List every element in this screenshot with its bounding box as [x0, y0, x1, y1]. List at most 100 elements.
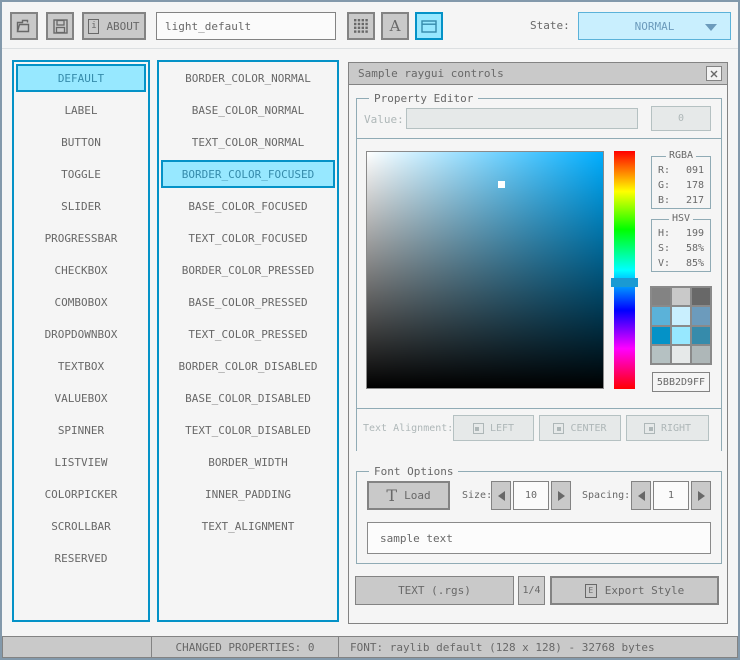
sidebar-item-colorpicker[interactable]: COLORPICKER [16, 480, 146, 508]
controls-panel-toggle-button[interactable] [415, 12, 443, 40]
about-button-label: ABOUT [106, 20, 139, 33]
align-right-icon [644, 423, 655, 434]
sidebar-item-textbox[interactable]: TEXTBOX [16, 352, 146, 380]
arrow-left-icon [638, 491, 645, 501]
align-left-button[interactable]: LEFT [453, 415, 534, 441]
style-table-button[interactable] [347, 12, 375, 40]
sidebar-item-valuebox[interactable]: VALUEBOX [16, 384, 146, 412]
folder-icon [16, 19, 32, 33]
font-options-group-label: Font Options [369, 465, 458, 478]
format-counter-box[interactable]: 1/4 [518, 576, 545, 605]
property-item-text-color-pressed[interactable]: TEXT_COLOR_PRESSED [161, 320, 335, 348]
state-dropdown[interactable]: NORMAL [578, 12, 731, 40]
value-input[interactable] [406, 108, 638, 129]
swatch-border-focused[interactable] [652, 307, 670, 324]
sample-window-titlebar[interactable]: Sample raygui controls [349, 63, 727, 85]
state-label: State: [530, 19, 570, 32]
rgba-g-row: G:178 [658, 178, 704, 193]
value-button-label: 0 [678, 113, 684, 124]
font-spacing-value[interactable]: 1 [653, 481, 689, 510]
swatch-border-normal[interactable] [652, 288, 670, 305]
size-decrease-button[interactable] [491, 481, 511, 510]
about-button[interactable]: i ABOUT [82, 12, 146, 40]
font-size-value[interactable]: 10 [513, 481, 549, 510]
sidebar-item-combobox[interactable]: COMBOBOX [16, 288, 146, 316]
font-T-icon: T [386, 488, 397, 504]
color-picker-cursor[interactable] [498, 181, 505, 188]
toolbar-divider [2, 48, 738, 49]
export-style-button[interactable]: E Export Style [550, 576, 719, 605]
status-bar-left [2, 636, 152, 658]
hex-value-box[interactable]: 5BB2D9FF [652, 372, 710, 392]
hue-bar-handle[interactable] [611, 278, 638, 287]
size-increase-button[interactable] [551, 481, 571, 510]
sidebar-item-dropdownbox[interactable]: DROPDOWNBOX [16, 320, 146, 348]
align-center-button[interactable]: CENTER [539, 415, 621, 441]
hue-bar[interactable] [614, 151, 635, 389]
property-item-base-color-focused[interactable]: BASE_COLOR_FOCUSED [161, 192, 335, 220]
open-style-button[interactable] [10, 12, 38, 40]
property-item-border-color-disabled[interactable]: BORDER_COLOR_DISABLED [161, 352, 335, 380]
sidebar-item-listview[interactable]: LISTVIEW [16, 448, 146, 476]
sample-text-box[interactable]: sample text [367, 522, 711, 554]
property-item-base-color-disabled[interactable]: BASE_COLOR_DISABLED [161, 384, 335, 412]
swatch-base-disabled[interactable] [672, 346, 690, 363]
style-color-swatches [650, 286, 712, 365]
property-item-text-color-disabled[interactable]: TEXT_COLOR_DISABLED [161, 416, 335, 444]
arrow-left-icon [498, 491, 505, 501]
swatch-base-focused[interactable] [672, 307, 690, 324]
save-style-button[interactable] [46, 12, 74, 40]
sidebar-item-spinner[interactable]: SPINNER [16, 416, 146, 444]
property-item-text-color-focused[interactable]: TEXT_COLOR_FOCUSED [161, 224, 335, 252]
format-counter: 1/4 [522, 585, 540, 596]
property-item-border-width[interactable]: BORDER_WIDTH [161, 448, 335, 476]
sidebar-item-default[interactable]: DEFAULT [16, 64, 146, 92]
sidebar-item-label[interactable]: LABEL [16, 96, 146, 124]
close-button[interactable] [706, 66, 722, 81]
align-left-label: LEFT [490, 423, 514, 434]
property-item-text-alignment[interactable]: TEXT_ALIGNMENT [161, 512, 335, 540]
align-right-label: RIGHT [661, 423, 691, 434]
align-right-button[interactable]: RIGHT [626, 415, 709, 441]
swatch-base-normal[interactable] [672, 288, 690, 305]
sidebar-item-reserved[interactable]: RESERVED [16, 544, 146, 572]
swatch-border-pressed[interactable] [652, 327, 670, 344]
sidebar-item-scrollbar[interactable]: SCROLLBAR [16, 512, 146, 540]
hsv-v-row: V:85% [658, 256, 704, 271]
property-item-text-color-normal[interactable]: TEXT_COLOR_NORMAL [161, 128, 335, 156]
property-item-base-color-normal[interactable]: BASE_COLOR_NORMAL [161, 96, 335, 124]
arrow-right-icon [558, 491, 565, 501]
swatch-border-disabled[interactable] [652, 346, 670, 363]
value-button[interactable]: 0 [651, 106, 711, 131]
align-left-icon [473, 423, 484, 434]
property-item-border-color-normal[interactable]: BORDER_COLOR_NORMAL [161, 64, 335, 92]
info-icon: i [88, 19, 99, 34]
swatch-text-disabled[interactable] [692, 346, 710, 363]
sidebar-item-checkbox[interactable]: CHECKBOX [16, 256, 146, 284]
spacing-decrease-button[interactable] [631, 481, 651, 510]
property-item-border-color-pressed[interactable]: BORDER_COLOR_PRESSED [161, 256, 335, 284]
property-item-inner-padding[interactable]: INNER_PADDING [161, 480, 335, 508]
swatch-text-normal[interactable] [692, 288, 710, 305]
hex-value: 5BB2D9FF [657, 377, 705, 388]
load-font-button[interactable]: T Load [367, 481, 450, 510]
property-editor-group-label: Property Editor [369, 92, 478, 105]
swatch-text-focused[interactable] [692, 307, 710, 324]
swatch-text-pressed[interactable] [692, 327, 710, 344]
separator-line [356, 138, 722, 139]
swatch-base-pressed[interactable] [672, 327, 690, 344]
sidebar-item-progressbar[interactable]: PROGRESSBAR [16, 224, 146, 252]
spacing-increase-button[interactable] [691, 481, 711, 510]
rgba-r-row: R:091 [658, 163, 704, 178]
sidebar-item-slider[interactable]: SLIDER [16, 192, 146, 220]
export-file-icon: E [585, 584, 597, 598]
export-format-button[interactable]: TEXT (.rgs) [355, 576, 514, 605]
property-item-base-color-pressed[interactable]: BASE_COLOR_PRESSED [161, 288, 335, 316]
style-name-input[interactable] [156, 12, 336, 40]
property-item-border-color-focused[interactable]: BORDER_COLOR_FOCUSED [161, 160, 335, 188]
sidebar-item-toggle[interactable]: TOGGLE [16, 160, 146, 188]
font-dialog-button[interactable]: A [381, 12, 409, 40]
color-picker-area[interactable] [366, 151, 604, 389]
sidebar-item-button[interactable]: BUTTON [16, 128, 146, 156]
rgba-group-label: RGBA [666, 150, 696, 161]
